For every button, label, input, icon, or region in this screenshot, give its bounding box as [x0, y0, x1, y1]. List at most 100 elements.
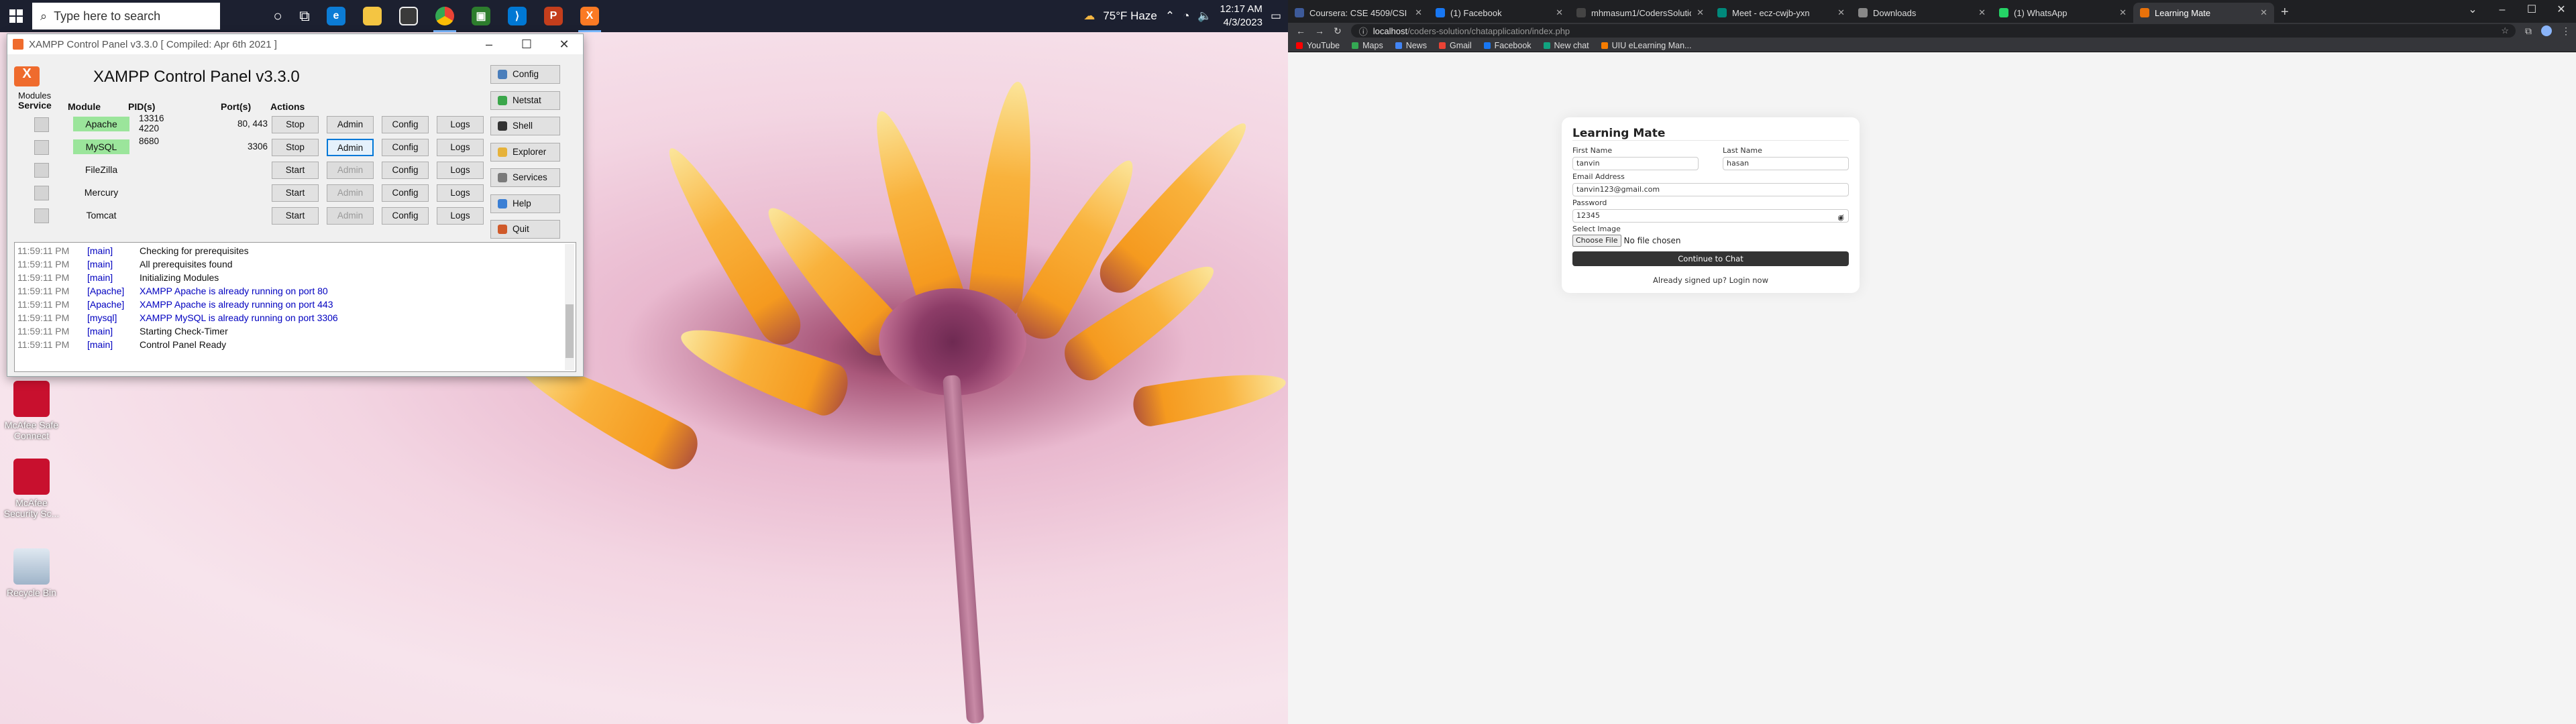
task-view-icon[interactable]: ⧉: [291, 0, 318, 32]
chevron-up-icon[interactable]: ⌃: [1165, 9, 1175, 23]
close-tab-icon[interactable]: ✕: [2260, 7, 2267, 18]
password-input[interactable]: 12345: [1576, 211, 1600, 220]
reload-icon[interactable]: ↻: [1334, 25, 1342, 37]
windows-start-icon[interactable]: [0, 0, 32, 32]
browser-tab[interactable]: mhmasum1/CodersSolution ✕: [1570, 3, 1711, 23]
service-checkbox[interactable]: [34, 208, 49, 223]
bookmark-item[interactable]: New chat: [1543, 41, 1589, 50]
taskbar-store[interactable]: [390, 0, 427, 32]
taskbar-terminal[interactable]: ▣: [463, 0, 499, 32]
minimize-icon[interactable]: –: [470, 38, 508, 52]
quit-side-button[interactable]: Quit: [490, 220, 560, 239]
maximize-icon[interactable]: ☐: [508, 38, 545, 52]
config-button[interactable]: Config: [382, 207, 429, 225]
password-field[interactable]: 12345 ◉̸: [1572, 209, 1849, 223]
config-button[interactable]: Config: [382, 139, 429, 156]
forward-icon[interactable]: →: [1315, 25, 1324, 36]
admin-button[interactable]: Admin: [327, 162, 374, 179]
network-icon[interactable]: ◔: [1183, 9, 1189, 23]
start-stop-button[interactable]: Start: [272, 207, 319, 225]
notification-icon[interactable]: ▭: [1271, 9, 1281, 23]
taskbar-xampp[interactable]: X: [572, 0, 608, 32]
help-side-button[interactable]: Help: [490, 194, 560, 213]
taskbar-powerpoint[interactable]: P: [535, 0, 572, 32]
choose-file-button[interactable]: Choose File: [1572, 235, 1621, 247]
close-tab-icon[interactable]: ✕: [2119, 7, 2127, 18]
weather-widget[interactable]: 75°F Haze: [1103, 9, 1157, 23]
service-checkbox[interactable]: [34, 163, 49, 178]
logs-button[interactable]: Logs: [437, 162, 484, 179]
desktop-icon-mcafee-security-scan[interactable]: McAfee Security Sc...: [1, 459, 62, 519]
admin-button[interactable]: Admin: [327, 207, 374, 225]
close-tab-icon[interactable]: ✕: [1837, 7, 1845, 18]
browser-tab[interactable]: (1) WhatsApp ✕: [1992, 3, 2133, 23]
eye-slash-icon[interactable]: ◉̸: [1837, 212, 1844, 224]
taskbar-chrome[interactable]: [427, 0, 463, 32]
start-stop-button[interactable]: Start: [272, 184, 319, 202]
shell-side-button[interactable]: Shell: [490, 117, 560, 135]
log-scrollbar[interactable]: [565, 244, 574, 370]
volume-icon[interactable]: 🔈: [1197, 9, 1212, 23]
browser-tab[interactable]: Coursera: CSE 4509/CSI 309 (A) :...✕: [1288, 3, 1429, 23]
start-stop-button[interactable]: Stop: [272, 139, 319, 156]
maximize-icon[interactable]: ☐: [2517, 0, 2546, 20]
close-tab-icon[interactable]: ✕: [1978, 7, 1986, 18]
service-checkbox[interactable]: [34, 117, 49, 132]
cortana-icon[interactable]: ○: [264, 0, 291, 32]
admin-button[interactable]: Admin: [327, 139, 374, 156]
taskbar-vscode[interactable]: ⟩: [499, 0, 535, 32]
admin-button[interactable]: Admin: [327, 116, 374, 133]
close-tab-icon[interactable]: ✕: [1415, 7, 1422, 18]
config-button[interactable]: Config: [382, 184, 429, 202]
service-checkbox[interactable]: [34, 186, 49, 200]
config-button[interactable]: Config: [382, 116, 429, 133]
back-icon[interactable]: ←: [1296, 25, 1305, 36]
address-bar[interactable]: ⓘ localhost/coders-solution/chatapplicat…: [1350, 24, 2516, 38]
config-side-button[interactable]: Config: [490, 65, 560, 84]
browser-tab[interactable]: Meet - ecz-cwjb-yxn ✕: [1711, 3, 1851, 23]
bookmark-item[interactable]: News: [1395, 41, 1427, 50]
tab-search-icon[interactable]: ⌄: [2458, 0, 2487, 20]
logs-button[interactable]: Logs: [437, 139, 484, 156]
bookmark-item[interactable]: YouTube: [1296, 41, 1340, 50]
bookmark-item[interactable]: Gmail: [1438, 41, 1472, 50]
new-tab-icon[interactable]: +: [2281, 5, 2289, 20]
bookmark-item[interactable]: Facebook: [1483, 41, 1532, 50]
logs-button[interactable]: Logs: [437, 116, 484, 133]
email-input[interactable]: tanvin123@gmail.com: [1572, 183, 1849, 196]
bookmark-item[interactable]: UIU eLearning Man...: [1601, 41, 1691, 50]
services-side-button[interactable]: Services: [490, 168, 560, 187]
start-stop-button[interactable]: Stop: [272, 116, 319, 133]
bookmark-star-icon[interactable]: ☆: [2501, 25, 2509, 36]
first-name-input[interactable]: tanvin: [1572, 157, 1699, 170]
close-icon[interactable]: ✕: [545, 38, 583, 52]
explorer-side-button[interactable]: Explorer: [490, 142, 560, 162]
continue-to-chat-button[interactable]: Continue to Chat: [1572, 251, 1849, 266]
taskbar-clock[interactable]: 12:17 AM 4/3/2023: [1220, 3, 1263, 29]
taskbar-edge[interactable]: e: [318, 0, 354, 32]
netstat-side-button[interactable]: Netstat: [490, 90, 560, 110]
config-button[interactable]: Config: [382, 162, 429, 179]
taskbar-search[interactable]: ⌕ Type here to search: [32, 3, 220, 29]
profile-avatar[interactable]: [2541, 25, 2552, 36]
file-input[interactable]: Choose File No file chosen: [1572, 235, 1681, 247]
browser-tab[interactable]: Learning Mate ✕: [2133, 3, 2274, 23]
close-tab-icon[interactable]: ✕: [1697, 7, 1704, 18]
minimize-icon[interactable]: –: [2487, 0, 2517, 20]
login-now-link[interactable]: Login now: [1729, 276, 1768, 285]
start-stop-button[interactable]: Start: [272, 162, 319, 179]
xampp-log-panel[interactable]: 11:59:11 PM [main] Checking for prerequisi…: [14, 242, 576, 372]
service-checkbox[interactable]: [34, 140, 49, 155]
close-tab-icon[interactable]: ✕: [1556, 7, 1563, 18]
admin-button[interactable]: Admin: [327, 184, 374, 202]
last-name-input[interactable]: hasan: [1723, 157, 1849, 170]
taskbar-explorer[interactable]: [354, 0, 390, 32]
logs-button[interactable]: Logs: [437, 184, 484, 202]
logs-button[interactable]: Logs: [437, 207, 484, 225]
browser-tab[interactable]: Downloads ✕: [1851, 3, 1992, 23]
extensions-icon[interactable]: ⧉: [2525, 25, 2532, 37]
browser-tab[interactable]: (1) Facebook ✕: [1429, 3, 1570, 23]
desktop-icon-mcafee-safe-connect[interactable]: McAfee Safe Connect: [1, 381, 62, 441]
menu-icon[interactable]: ⋮: [2561, 25, 2571, 37]
close-icon[interactable]: ✕: [2546, 0, 2576, 20]
